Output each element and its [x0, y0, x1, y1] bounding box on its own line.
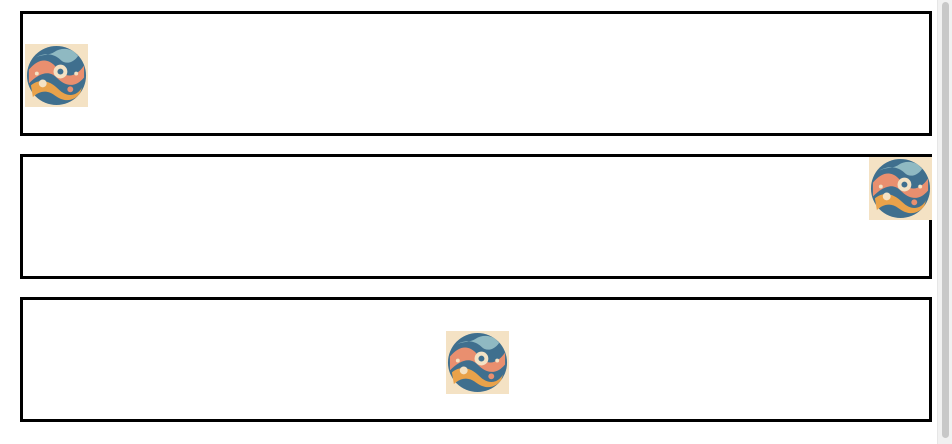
scrollbar-thumb[interactable] [942, 2, 949, 438]
image-box-top-right [20, 154, 932, 279]
image-box-center [20, 297, 932, 422]
vertical-scrollbar[interactable] [937, 0, 952, 444]
abstract-art-image [25, 44, 88, 107]
abstract-art-image [446, 331, 509, 394]
abstract-art-image [869, 157, 932, 220]
page [0, 0, 952, 444]
image-box-left [20, 11, 932, 136]
